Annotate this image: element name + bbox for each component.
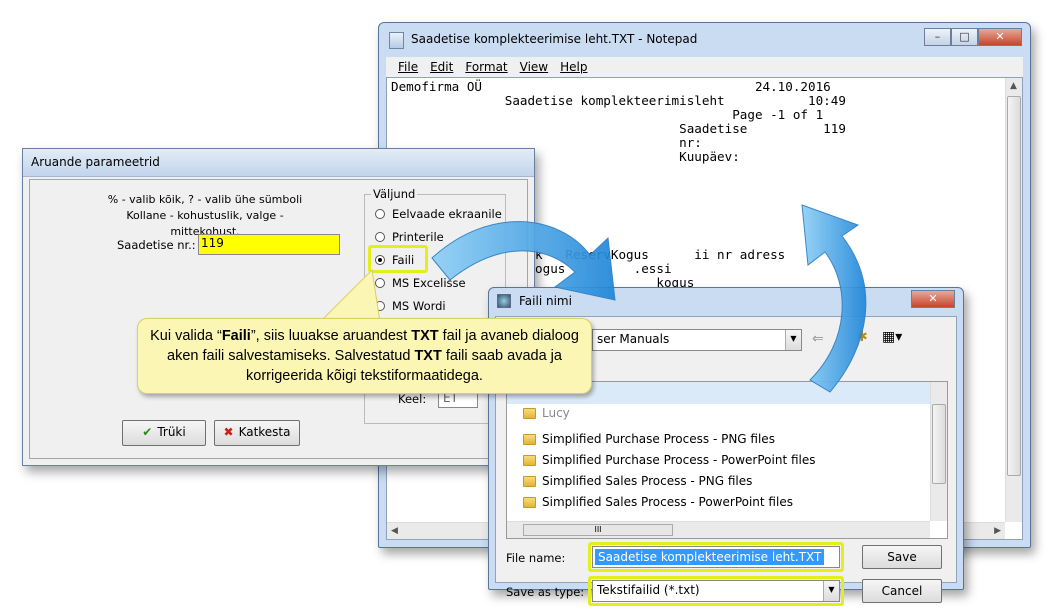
callout-text: Kui valida “: [150, 328, 222, 344]
arrow-to-save-dialog: [431, 221, 616, 301]
callout-bold: TXT: [414, 348, 442, 364]
arrow-to-notepad: [801, 204, 867, 393]
info-callout: Kui valida “Faili”, siis luuakse aruande…: [137, 318, 592, 394]
callout-pointer: [318, 268, 381, 323]
callout-bold: Faili: [221, 328, 251, 344]
callout-bold: TXT: [411, 328, 439, 344]
callout-text: ”, siis luuakse aruandest: [250, 328, 412, 344]
annotation-arrows: [318, 204, 867, 393]
